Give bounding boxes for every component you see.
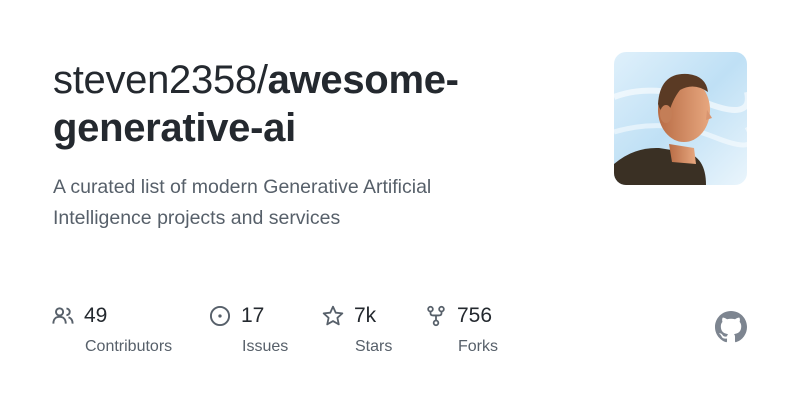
fork-icon (425, 305, 447, 327)
stars-label: Stars (355, 338, 393, 355)
issues-label: Issues (242, 338, 289, 355)
repo-name-part2: generative-ai (53, 106, 296, 150)
issue-icon (209, 305, 231, 327)
contributors-label: Contributors (85, 338, 173, 355)
owner-avatar (614, 52, 747, 185)
star-icon (322, 305, 344, 327)
forks-label: Forks (458, 338, 498, 355)
issues-count: 17 (241, 304, 265, 327)
stat-contributors[interactable]: 49 Contributors (52, 303, 172, 356)
repo-stats: 49 Contributors 17 Issues 7k Stars 756 F… (52, 303, 512, 363)
github-logo-icon[interactable] (715, 311, 747, 343)
stars-count: 7k (354, 304, 377, 327)
stat-forks[interactable]: 756 Forks (425, 303, 498, 356)
forks-count: 756 (457, 304, 493, 327)
people-icon (52, 305, 74, 327)
contributors-count: 49 (84, 304, 108, 327)
repo-social-card: steven2358/awesome- generative-ai A cura… (0, 0, 800, 400)
repo-title[interactable]: steven2358/awesome- generative-ai (53, 56, 573, 152)
repo-name-part1: awesome- (267, 58, 459, 102)
stat-stars[interactable]: 7k Stars (322, 303, 392, 356)
repo-description: A curated list of modern Generative Arti… (53, 176, 432, 229)
repo-owner: steven2358/ (53, 58, 268, 102)
stat-issues[interactable]: 17 Issues (209, 303, 288, 356)
